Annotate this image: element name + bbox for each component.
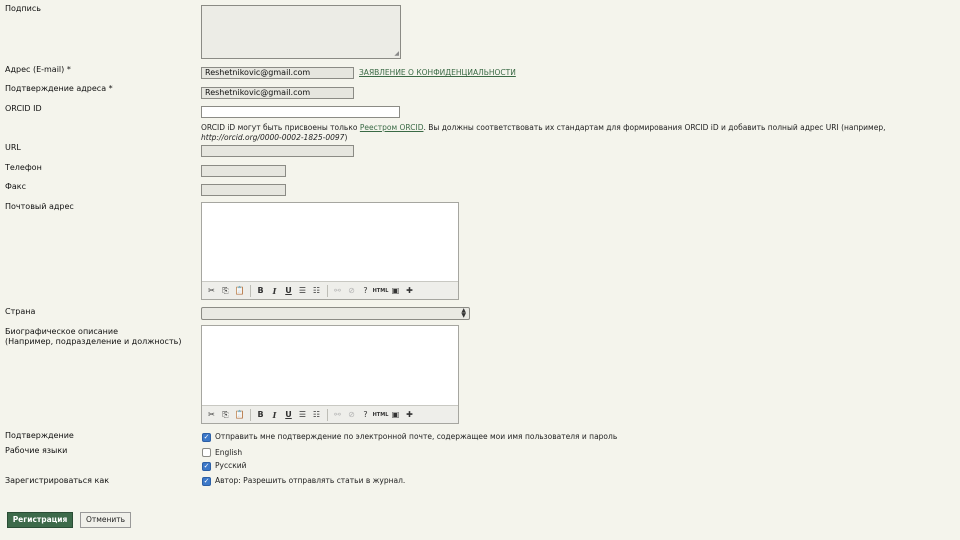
email-confirm-label: Подтверждение адреса * [5,84,113,93]
copy-icon[interactable]: ⎘ [219,408,232,421]
bio-label: Биографическое описание (Например, подра… [5,327,181,347]
language-english-checkbox[interactable] [202,448,211,457]
country-label: Страна [5,307,36,316]
signature-textarea[interactable]: ◢ [201,5,401,59]
country-select[interactable]: ▲ ▼ [201,307,470,320]
register-button[interactable]: Регистрация [7,512,73,528]
language-russian-label: Русский [215,461,247,470]
confirmation-checkbox[interactable]: ✓ [202,433,211,442]
paste-icon[interactable]: 📋 [233,284,246,297]
languages-label: Рабочие языки [5,446,68,455]
help-icon[interactable]: ? [359,284,372,297]
bio-label-line2: (Например, подразделение и должность) [5,337,182,346]
language-english-label: English [215,448,243,457]
url-label: URL [5,143,21,152]
numbered-list-icon[interactable]: ☷ [310,284,323,297]
fax-field[interactable] [201,184,286,196]
bold-icon[interactable]: B [254,408,267,421]
bio-label-line1: Биографическое описание [5,327,119,336]
italic-icon[interactable]: I [268,284,281,297]
image-icon[interactable]: ▣ [389,408,402,421]
orcid-registry-link[interactable]: Реестром ORCID [360,123,424,132]
html-source-icon[interactable]: HTML [373,284,389,297]
cut-icon[interactable]: ✂ [205,408,218,421]
bio-textarea[interactable] [202,326,458,404]
link-icon[interactable]: ⚯ [331,408,344,421]
orcid-label: ORCID ID [5,104,42,113]
fax-label: Факс [5,182,27,191]
orcid-help-suffix: . Вы должны соответствовать их стандарта… [423,123,886,132]
confirmation-label: Подтверждение [5,431,74,440]
orcid-help-text: ORCID iD могут быть присвоены только Рее… [201,123,951,143]
toolbar-divider [250,284,251,297]
privacy-statement-link[interactable]: ЗАЯВЛЕНИЕ О КОНФИДЕНЦИАЛЬНОСТИ [359,68,516,77]
bullet-list-icon[interactable]: ☰ [296,408,309,421]
media-icon[interactable]: ✚ [403,284,416,297]
bio-editor: ✂ ⎘ 📋 B I U ☰ ☷ ⚯ ⊘ ? HTML ▣ ✚ [201,325,459,424]
language-russian-checkbox[interactable]: ✓ [202,462,211,471]
author-role-checkbox[interactable]: ✓ [202,477,211,486]
editor-toolbar: ✂ ⎘ 📋 B I U ☰ ☷ ⚯ ⊘ ? HTML ▣ ✚ [202,281,458,299]
mailing-address-label: Почтовый адрес [5,202,74,211]
confirmation-text: Отправить мне подтверждение по электронн… [215,432,618,441]
cancel-button[interactable]: Отменить [80,512,131,528]
email-field[interactable]: Reshetnikovic@gmail.com [201,67,354,79]
copy-icon[interactable]: ⎘ [219,284,232,297]
phone-label: Телефон [5,163,42,172]
editor-toolbar: ✂ ⎘ 📋 B I U ☰ ☷ ⚯ ⊘ ? HTML ▣ ✚ [202,405,458,423]
help-icon[interactable]: ? [359,408,372,421]
author-role-text: Автор: Разрешить отправлять статьи в жур… [215,476,406,485]
paste-icon[interactable]: 📋 [233,408,246,421]
register-as-label: Зарегистрироваться как [5,476,110,485]
link-icon[interactable]: ⚯ [331,284,344,297]
media-icon[interactable]: ✚ [403,408,416,421]
html-source-icon[interactable]: HTML [373,408,389,421]
url-field[interactable] [201,145,354,157]
mailing-address-editor: ✂ ⎘ 📋 B I U ☰ ☷ ⚯ ⊘ ? HTML ▣ ✚ [201,202,459,300]
orcid-field[interactable] [201,106,400,118]
resize-handle-icon[interactable]: ◢ [394,51,399,57]
bold-icon[interactable]: B [254,284,267,297]
select-arrows-icon: ▲ ▼ [461,307,466,319]
unlink-icon[interactable]: ⊘ [345,284,358,297]
italic-icon[interactable]: I [268,408,281,421]
bullet-list-icon[interactable]: ☰ [296,284,309,297]
email-label: Адрес (E-mail) * [5,65,71,74]
cut-icon[interactable]: ✂ [205,284,218,297]
signature-label: Подпись [5,4,41,13]
orcid-help-close: ) [344,133,348,142]
numbered-list-icon[interactable]: ☷ [310,408,323,421]
underline-icon[interactable]: U [282,408,295,421]
mailing-address-textarea[interactable] [202,203,458,281]
orcid-help-prefix: ORCID iD могут быть присвоены только [201,123,358,132]
phone-field[interactable] [201,165,286,177]
email-confirm-field[interactable]: Reshetnikovic@gmail.com [201,87,354,99]
underline-icon[interactable]: U [282,284,295,297]
toolbar-divider [327,284,328,297]
image-icon[interactable]: ▣ [389,284,402,297]
orcid-example-url: http://orcid.org/0000-0002-1825-0097 [201,133,345,142]
toolbar-divider [250,408,251,421]
toolbar-divider [327,408,328,421]
unlink-icon[interactable]: ⊘ [345,408,358,421]
